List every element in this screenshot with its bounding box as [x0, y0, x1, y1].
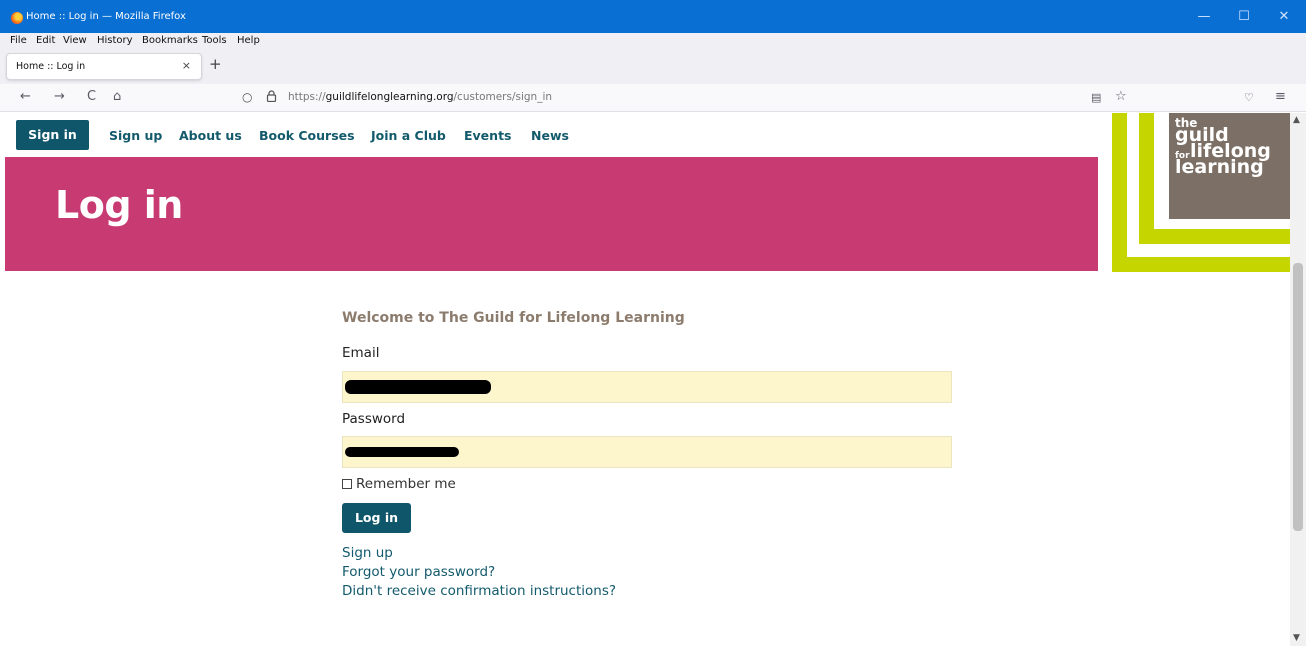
remember-me-label: Remember me	[356, 476, 456, 492]
logo-wordmark: the guild for lifelong learning	[1169, 113, 1290, 219]
remember-me-checkbox[interactable]	[342, 479, 352, 489]
menu-file[interactable]: File	[10, 34, 27, 48]
maximize-button[interactable]: ☐	[1230, 8, 1258, 26]
site-logo[interactable]: the guild for lifelong learning	[1112, 113, 1290, 272]
menu-tools[interactable]: Tools	[202, 34, 227, 48]
confirmation-instructions-link[interactable]: Didn't receive confirmation instructions…	[342, 583, 616, 599]
forgot-password-link[interactable]: Forgot your password?	[342, 564, 495, 580]
remember-me[interactable]: Remember me	[342, 476, 456, 492]
tab-label: Home :: Log in	[16, 61, 86, 72]
menu-history[interactable]: History	[97, 34, 133, 48]
nav-news[interactable]: News	[531, 128, 569, 143]
menu-bookmarks[interactable]: Bookmarks	[142, 34, 198, 48]
login-submit-button[interactable]: Log in	[342, 503, 411, 533]
url-bar[interactable]: ○ https://guildlifelonglearning.org/cust…	[232, 87, 1132, 109]
home-icon[interactable]: ⌂	[113, 89, 121, 105]
lock-icon[interactable]	[266, 90, 277, 105]
redacted-email-value	[345, 380, 491, 394]
app-menu-icon[interactable]: ≡	[1275, 89, 1286, 105]
firefox-icon	[11, 12, 23, 24]
password-field[interactable]	[342, 436, 952, 468]
new-tab-button[interactable]: +	[209, 55, 222, 73]
hero-banner: Log in	[5, 157, 1098, 271]
forward-icon[interactable]: →	[54, 89, 65, 105]
page-title: Log in	[55, 183, 183, 227]
window-title: Home :: Log in — Mozilla Firefox	[26, 11, 186, 22]
page-scrollbar[interactable]: ▲ ▼	[1290, 113, 1306, 646]
bookmark-star-icon[interactable]: ☆	[1115, 89, 1127, 105]
back-icon[interactable]: ←	[20, 89, 31, 105]
reload-icon[interactable]: C	[87, 89, 96, 105]
window-titlebar: Home :: Log in — Mozilla Firefox — ☐ ✕	[0, 0, 1306, 33]
tab-strip: Home :: Log in × +	[0, 49, 1306, 84]
menu-view[interactable]: View	[63, 34, 87, 48]
tab-close-icon[interactable]: ×	[182, 59, 191, 72]
close-window-button[interactable]: ✕	[1270, 8, 1298, 26]
email-field[interactable]	[342, 371, 952, 403]
scrollbar-thumb[interactable]	[1293, 263, 1303, 531]
page-content: Sign in Sign up About us Book Courses Jo…	[0, 113, 1290, 646]
navigation-toolbar: ← → C ⌂ ○ https://guildlifelonglearning.…	[0, 84, 1306, 112]
sign-up-link[interactable]: Sign up	[342, 545, 393, 561]
menu-bar: File Edit View History Bookmarks Tools H…	[0, 33, 1306, 49]
redacted-password-value	[345, 447, 459, 457]
nav-join-a-club[interactable]: Join a Club	[371, 128, 446, 143]
tab-home-login[interactable]: Home :: Log in ×	[6, 53, 202, 80]
nav-about-us[interactable]: About us	[179, 128, 242, 143]
url-text[interactable]: https://guildlifelonglearning.org/custom…	[288, 91, 552, 103]
nav-events[interactable]: Events	[464, 128, 511, 143]
reader-view-icon[interactable]: ▤	[1091, 90, 1101, 106]
tracking-shield-icon[interactable]: ○	[242, 90, 252, 104]
scroll-up-icon[interactable]: ▲	[1293, 115, 1300, 125]
password-label: Password	[342, 411, 406, 427]
nav-book-courses[interactable]: Book Courses	[259, 128, 355, 143]
scroll-down-icon[interactable]: ▼	[1293, 633, 1300, 643]
menu-help[interactable]: Help	[237, 34, 260, 48]
email-label: Email	[342, 345, 380, 361]
welcome-heading: Welcome to The Guild for Lifelong Learni…	[342, 310, 685, 326]
pocket-icon[interactable]: ♡	[1244, 90, 1254, 106]
minimize-button[interactable]: —	[1190, 8, 1218, 26]
nav-sign-in[interactable]: Sign in	[16, 120, 89, 150]
menu-edit[interactable]: Edit	[36, 34, 55, 48]
nav-sign-up[interactable]: Sign up	[109, 128, 162, 143]
